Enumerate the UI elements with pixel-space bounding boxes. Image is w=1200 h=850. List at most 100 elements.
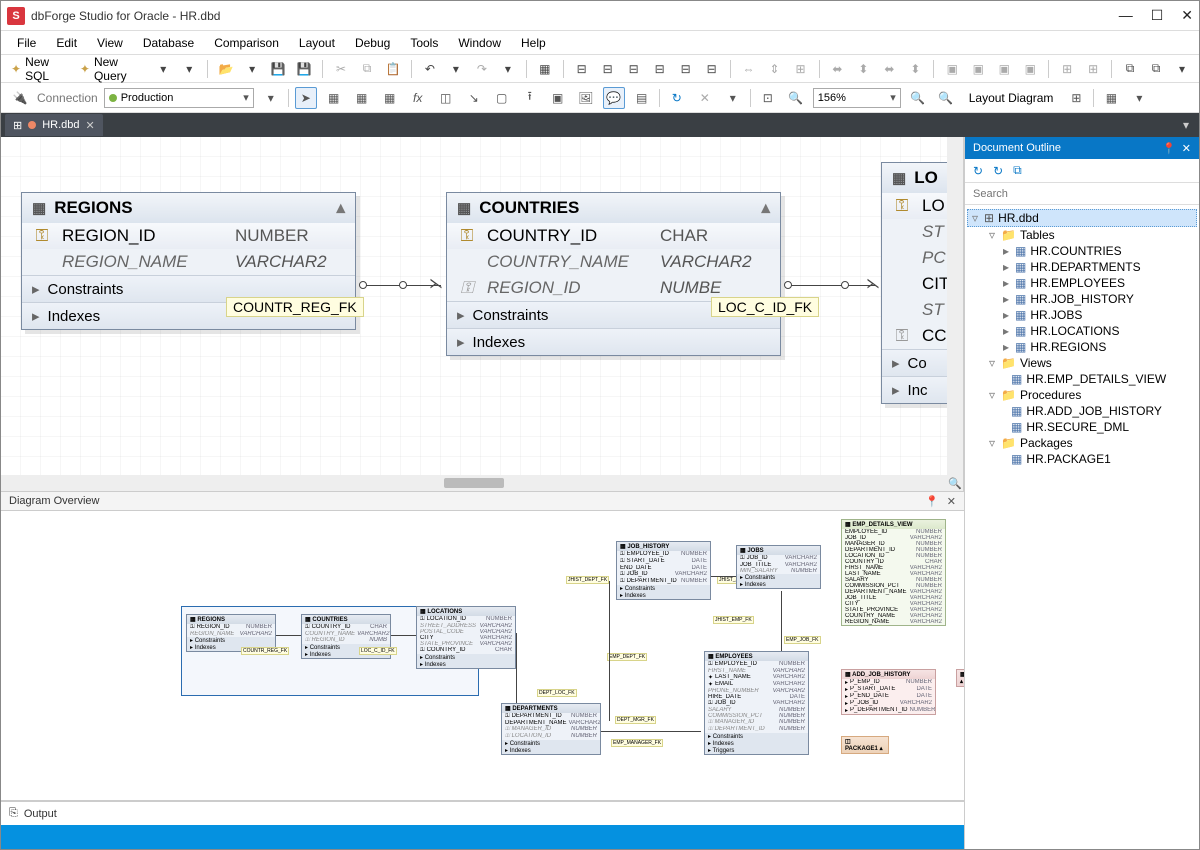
tab-hr-dbd[interactable]: ⊞ HR.dbd ✕ [5,114,103,136]
tree-item[interactable]: ▦HR.ADD_JOB_HISTORY [967,403,1197,419]
note-tool-icon[interactable]: 💬 [603,87,625,109]
pointer-tool-icon[interactable]: ➤ [295,87,317,109]
package-icon[interactable]: ◫ [435,87,457,109]
align-middle-icon[interactable]: ⊟ [675,58,697,80]
save-icon[interactable]: 💾 [267,58,289,80]
align-top-icon[interactable]: ⊟ [649,58,671,80]
tree-item[interactable]: ▦HR.EMP_DETAILS_VIEW [967,371,1197,387]
menu-layout[interactable]: Layout [291,34,343,52]
maximize-button[interactable]: ☐ [1151,7,1164,24]
size-icon[interactable]: ⬌ [826,58,848,80]
tree-item[interactable]: ▸▦HR.DEPARTMENTS [967,259,1197,275]
outline-search[interactable] [965,183,1199,205]
dropdown-icon[interactable]: ▾ [722,87,744,109]
entity-countries[interactable]: ▦ COUNTRIES ▴ ⚿COUNTRY_IDCHAR COUNTRY_NA… [446,192,781,356]
order-icon[interactable]: ▣ [993,58,1015,80]
refresh-icon[interactable]: ↻ [666,87,688,109]
dropdown-icon[interactable]: ▾ [260,87,282,109]
order-icon[interactable]: ▣ [941,58,963,80]
mini-secure-dml[interactable]: ▦ SECURE_DML ▴ [956,669,964,687]
size-icon[interactable]: ⬍ [852,58,874,80]
output-panel-header[interactable]: ⎘ Output [1,801,964,825]
order-icon[interactable]: ▣ [1019,58,1041,80]
close-icon[interactable]: ✕ [86,119,95,132]
export-icon[interactable]: ⭱ [519,87,541,109]
layout-diagram-button[interactable]: Layout Diagram [963,89,1060,107]
mini-employees[interactable]: ▦ EMPLOYEES ⚿EMPLOYEE_IDNUMBER FIRST_NAM… [704,651,809,755]
close-button[interactable]: ✕ [1181,7,1193,24]
mini-job-history[interactable]: ▦ JOB_HISTORY ⚿EMPLOYEE_IDNUMBER ⚿START_… [616,541,711,600]
horizontal-scrollbar[interactable] [1,475,947,491]
zoom-icon[interactable]: 🔍 [947,475,963,491]
pin-icon[interactable]: 📍 [925,495,939,508]
tree-item[interactable]: ▸▦HR.JOBS [967,307,1197,323]
diagram-canvas[interactable]: ▦ REGIONS ▴ ⚿REGION_IDNUMBER REGION_NAME… [1,137,964,491]
mini-add-job-history[interactable]: ▦ ADD_JOB_HISTORY ▸P_EMP_IDNUMBER ▸P_STA… [841,669,936,715]
plug-icon[interactable]: 🔌 [9,87,31,109]
menu-file[interactable]: File [9,34,44,52]
search-input[interactable] [965,183,1199,204]
distribute-h-icon[interactable]: ⇔ [738,58,760,80]
collapse-icon[interactable]: ▴ [336,198,345,218]
zoom-icon[interactable]: 🔍 [785,87,807,109]
open-icon[interactable]: 📂 [215,58,237,80]
dropdown-icon[interactable]: ▾ [152,58,174,80]
tab-overflow-icon[interactable]: ▾ [1177,118,1195,132]
size-icon[interactable]: ⬌ [878,58,900,80]
zoom-in-icon[interactable]: 🔍 [907,87,929,109]
pin-icon[interactable]: 📍 [1162,142,1176,155]
tree-item[interactable]: ▸▦HR.COUNTRIES [967,243,1197,259]
layout-icon[interactable]: ⊞ [1065,87,1087,109]
container-icon[interactable]: ▢ [491,87,513,109]
link-icon[interactable]: ⧉ [1119,58,1141,80]
menu-debug[interactable]: Debug [347,34,398,52]
tree-item[interactable]: ▦HR.SECURE_DML [967,419,1197,435]
refresh-all-icon[interactable]: ↻ [993,164,1003,178]
menu-comparison[interactable]: Comparison [206,34,287,52]
tree-item[interactable]: ▦HR.PACKAGE1 [967,451,1197,467]
distribute-icon[interactable]: ⊞ [790,58,812,80]
fit-page-icon[interactable]: ⊡ [757,87,779,109]
grid-icon[interactable]: ▤ [631,87,653,109]
align-bottom-icon[interactable]: ⊟ [701,58,723,80]
copy-icon[interactable]: ⧉ [1013,163,1022,178]
align-left-icon[interactable]: ⊟ [571,58,593,80]
align-right-icon[interactable]: ⊟ [623,58,645,80]
table-tool-icon[interactable]: ▦ [323,87,345,109]
dropdown-icon[interactable]: ▾ [178,58,200,80]
vertical-scrollbar[interactable] [947,137,963,475]
refresh-icon[interactable]: ↻ [973,164,983,178]
close-icon[interactable]: ✕ [947,495,956,508]
collapse-icon[interactable]: ▴ [761,198,770,218]
tree-item[interactable]: ▸▦HR.EMPLOYEES [967,275,1197,291]
order-icon[interactable]: ▣ [967,58,989,80]
mini-locations[interactable]: ▦ LOCATIONS ⚿LOCATION_IDNUMBER STREET_AD… [416,606,516,669]
diagram-overview[interactable]: ▦ REGIONS ⚿REGION_IDNUMBER REGION_NAMEVA… [1,511,964,801]
tree-item[interactable]: ▸▦HR.LOCATIONS [967,323,1197,339]
close-icon[interactable]: ✕ [1182,142,1191,155]
mini-jobs[interactable]: ▦ JOBS ⚿JOB_IDVARCHAR2 JOB_TITLEVARCHAR2… [736,545,821,589]
unlink-icon[interactable]: ⧉ [1145,58,1167,80]
menu-database[interactable]: Database [135,34,202,52]
tree-folder-tables[interactable]: ▿📁Tables [967,227,1197,243]
minimize-button[interactable]: — [1119,7,1133,24]
dropdown-icon[interactable]: ▾ [1128,87,1150,109]
zoom-combo[interactable]: 156% ▾ [813,88,901,108]
stamp-icon[interactable]: ▣ [547,87,569,109]
grid-icon[interactable]: ⊞ [1056,58,1078,80]
export-image-icon[interactable]: ▦ [1100,87,1122,109]
undo-icon[interactable]: ↶ [419,58,441,80]
save-all-icon[interactable]: 💾 [293,58,315,80]
indexes-group[interactable]: ▸Indexes [447,328,780,355]
menu-edit[interactable]: Edit [48,34,85,52]
image-icon[interactable]: 🖼 [575,87,597,109]
tree-root[interactable]: ▿⊞HR.dbd [967,209,1197,227]
tree-folder-packages[interactable]: ▿📁Packages [967,435,1197,451]
menu-tools[interactable]: Tools [402,34,446,52]
dropdown-icon[interactable]: ▾ [445,58,467,80]
tree-item[interactable]: ▸▦HR.REGIONS [967,339,1197,355]
connection-combo[interactable]: Production ▾ [104,88,254,108]
delete-icon[interactable]: ✕ [694,87,716,109]
size-icon[interactable]: ⬍ [904,58,926,80]
redo-icon[interactable]: ↷ [471,58,493,80]
